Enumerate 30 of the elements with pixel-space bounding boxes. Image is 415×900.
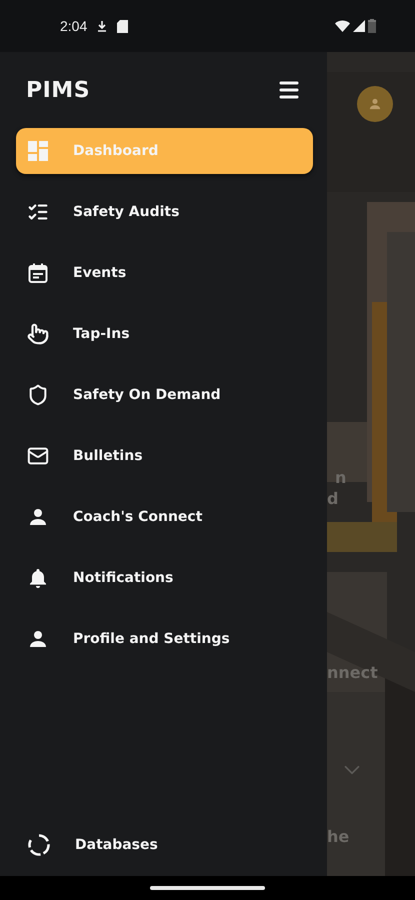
- status-time: 2:04: [60, 18, 88, 34]
- menu-item[interactable]: Coach's Connect: [16, 494, 313, 540]
- sd-card-icon: [117, 20, 128, 32]
- pointing-hand-icon: [27, 323, 49, 345]
- calendar-icon: [27, 262, 49, 284]
- partial-text: he: [327, 827, 350, 846]
- menu-item[interactable]: Safety On Demand: [16, 372, 313, 418]
- menu-item[interactable]: Notifications: [16, 555, 313, 601]
- menu-item[interactable]: Safety Audits: [16, 189, 313, 235]
- wifi-icon: [335, 20, 350, 32]
- download-icon: [97, 20, 108, 32]
- partial-text: n: [335, 468, 346, 487]
- menu-item[interactable]: Tap-Ins: [16, 311, 313, 357]
- menu-item[interactable]: Bulletins: [16, 433, 313, 479]
- signal-icon: [353, 20, 365, 32]
- battery-icon: [368, 19, 376, 33]
- person-icon: [27, 628, 49, 650]
- dashboard-icon: [27, 140, 49, 162]
- bell-icon: [27, 567, 49, 589]
- person-icon: [368, 97, 382, 111]
- shield-icon: [27, 384, 49, 406]
- partial-text: nnect: [327, 663, 378, 682]
- menu-item[interactable]: Databases: [16, 822, 313, 868]
- person-icon: [27, 506, 49, 528]
- envelope-icon: [27, 445, 49, 467]
- loading-ring-icon: [27, 833, 51, 857]
- menu-item[interactable]: Profile and Settings: [16, 616, 313, 662]
- app-title: PIMS: [26, 78, 90, 102]
- partial-text: d: [327, 489, 338, 508]
- menu-item[interactable]: Events: [16, 250, 313, 296]
